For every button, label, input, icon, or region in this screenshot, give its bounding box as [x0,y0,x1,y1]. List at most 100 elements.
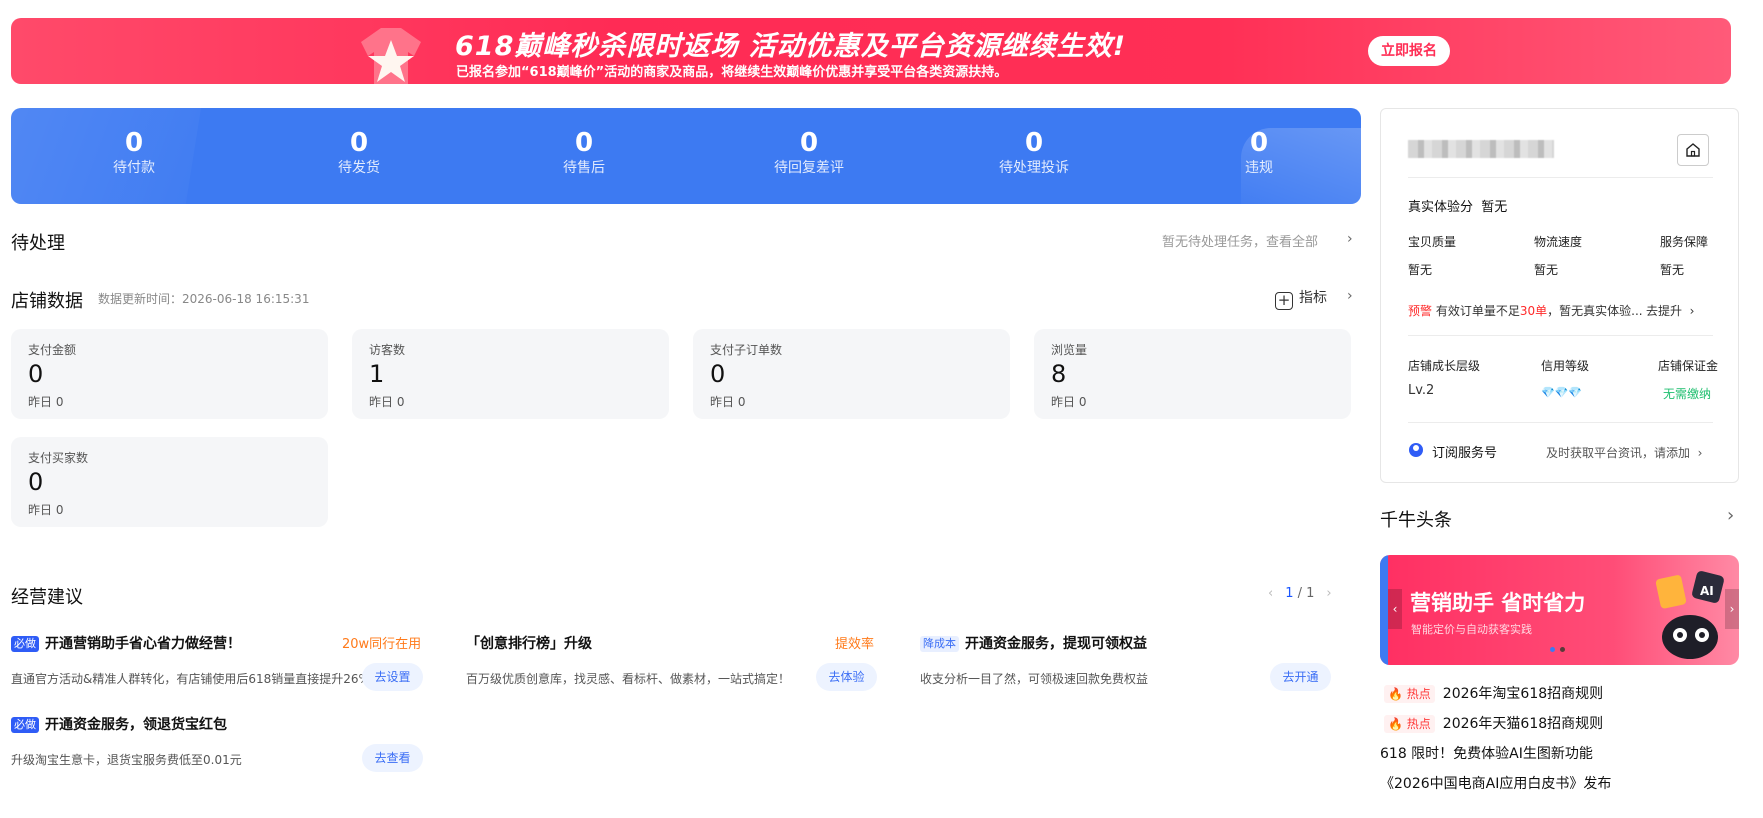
banner-subtitle: 已报名参加“618巅峰价”活动的商家及商品，将继续生效巅峰价优惠并享受平台各类资… [456,65,1008,80]
card-yesterday: 昨日 0 [369,395,405,409]
stat-pending-aftersale[interactable]: 0 待售后 [504,128,664,178]
reduce-cost-tag: 降成本 [920,636,959,652]
suggestions-title: 经营建议 [11,587,83,608]
metric-card-paid-buyers[interactable]: 支付买家数 0 昨日 0 [11,437,328,527]
carousel-title: 营销助手 省时省力 [1410,591,1586,615]
suggestions-pager: ‹ 1 / 1 › [1268,586,1332,601]
update-time: 数据更新时间：2026-06-18 16:15:31 [98,292,310,306]
pager-current: 1 [1285,586,1294,601]
card-value: 8 [1051,360,1067,388]
metrics-label: 指标 [1299,290,1327,306]
warning-text: 有效订单量不足 [1432,304,1520,318]
news-item[interactable]: 《2026中国电商AI应用白皮书》发布 [1380,773,1611,793]
chevron-right-icon[interactable]: › [1326,586,1331,601]
card-yesterday: 昨日 0 [28,395,64,409]
improve-link[interactable]: 去提升 › [1646,302,1694,319]
suggestion-title[interactable]: 必做 开通资金服务，领退货宝红包 [11,714,227,734]
experience-label: 真实体验分 [1408,200,1474,215]
credit-label: 信用等级 [1541,359,1590,373]
stat-violations[interactable]: 0 违规 [1179,128,1339,178]
divider [1408,422,1713,423]
promo-banner[interactable]: 618巅峰秒杀限时返场 活动优惠及平台资源继续生效! 已报名参加“618巅峰价”… [11,18,1731,84]
order-stats-bar: 0 待付款 0 待发货 0 待售后 0 待回复差评 0 待处理投诉 0 违规 [11,108,1361,204]
stat-value: 0 [124,128,144,158]
suggestion-title[interactable]: 必做 开通营销助手省心省力做经营！ [11,633,241,653]
stat-label: 待回复差评 [774,160,844,176]
subscribe-label[interactable]: 订阅服务号 [1432,442,1497,461]
carousel-next-icon[interactable]: › [1725,589,1739,629]
card-label: 浏览量 [1051,343,1088,357]
warning-tag: 预警 [1408,304,1433,318]
suggestion-badge: 提效率 [835,637,875,652]
tshirt-star-icon [361,28,421,84]
carousel-dot-active[interactable] [1550,647,1555,652]
chevron-right-icon[interactable]: › [1727,505,1734,526]
card-label: 支付买家数 [28,451,89,465]
stat-label: 待发货 [338,160,380,176]
go-setup-button[interactable]: 去设置 [362,663,423,691]
carousel-prev-icon[interactable]: ‹ [1388,589,1402,629]
warning-text: ，暂无真实体验... [1547,304,1643,318]
chevron-left-icon[interactable]: ‹ [1268,586,1273,601]
banner-title: 618巅峰秒杀限时返场 活动优惠及平台资源继续生效! [455,31,1127,62]
metric-card-payment-amount[interactable]: 支付金额 0 昨日 0 [11,329,328,419]
experience-warning: 预警 有效订单量不足30单，暂无真实体验... [1408,302,1643,319]
hot-label: 热点 [1406,717,1431,731]
go-view-button[interactable]: 去查看 [362,744,423,772]
user-icon [1409,443,1423,457]
card-label: 访客数 [369,343,406,357]
metric-card-paid-suborders[interactable]: 支付子订单数 0 昨日 0 [693,329,1010,419]
suggestion-desc: 升级淘宝生意卡，退货宝服务费低至0.01元 [11,753,242,767]
news-item[interactable]: 🔥 热点 2026年天猫618招商规则 [1384,713,1603,733]
stat-value: 0 [574,128,594,158]
chevron-right-icon[interactable]: › [1347,231,1353,247]
score-label: 宝贝质量 [1408,235,1457,249]
must-do-tag: 必做 [11,636,39,652]
metric-card-pageviews[interactable]: 浏览量 8 昨日 0 [1034,329,1351,419]
carousel-dot[interactable] [1560,647,1565,652]
stat-pending-complaint[interactable]: 0 待处理投诉 [954,128,1114,178]
news-item[interactable]: 🔥 热点 2026年淘宝618招商规则 [1384,683,1603,703]
headlines-title: 千牛头条 [1380,510,1452,531]
stat-label: 待付款 [113,160,155,176]
card-value: 0 [28,468,44,496]
go-try-button[interactable]: 去体验 [816,663,877,691]
suggestion-desc: 收支分析一目了然，可领极速回款免费权益 [920,672,1149,686]
register-now-button[interactable]: 立即报名 [1368,36,1450,66]
chevron-right-icon[interactable]: › [1347,288,1353,304]
metrics-button[interactable]: + 指标 [1275,287,1327,310]
improve-link-label: 去提升 [1646,304,1683,318]
news-item[interactable]: 618 限时！免费体验AI生图新功能 [1380,743,1593,763]
deposit-value[interactable]: 无需缴纳 [1663,385,1711,402]
suggestion-title[interactable]: 「创意排行榜」升级 [466,633,592,653]
go-activate-button[interactable]: 去开通 [1270,663,1331,691]
suggestion-title-text: 开通营销助手省心省力做经营！ [45,636,241,652]
divider [1408,335,1713,336]
card-label: 支付子订单数 [710,343,783,357]
stat-value: 0 [349,128,369,158]
score-label: 物流速度 [1534,235,1583,249]
subscribe-link[interactable]: 及时获取平台资讯，请添加 › [1546,444,1702,461]
shop-name-redacted [1408,140,1554,158]
stat-pending-bad-review[interactable]: 0 待回复差评 [729,128,889,178]
stat-pending-payment[interactable]: 0 待付款 [54,128,214,178]
carousel-edge [1380,555,1388,665]
card-value: 1 [369,360,385,388]
pager-total: / 1 [1297,586,1315,601]
suggestion-title[interactable]: 降成本 开通资金服务，提现可领权益 [920,633,1147,653]
news-text: 2026年天猫618招商规则 [1442,716,1604,732]
card-yesterday: 昨日 0 [1051,395,1087,409]
divider [1408,177,1713,178]
headline-carousel[interactable]: ‹ 营销助手 省时省力 智能定价与自动获客实践 AI › [1380,555,1739,665]
experience-value: 暂无 [1481,200,1508,215]
score-value: 暂无 [1660,263,1685,277]
level-value: Lv.2 [1408,383,1435,398]
metric-card-visitors[interactable]: 访客数 1 昨日 0 [352,329,669,419]
home-icon[interactable] [1677,134,1709,166]
shop-data-title: 店铺数据 [11,291,83,312]
view-all-pending-link[interactable]: 暂无待处理任务，查看全部 [1162,231,1318,250]
diamond-icon: 💎💎💎 [1541,386,1583,399]
warning-highlight: 30单 [1519,304,1548,318]
stat-pending-shipment[interactable]: 0 待发货 [279,128,439,178]
shop-info-panel: 真实体验分 暂无 宝贝质量 暂无 物流速度 暂无 服务保障 暂无 预警 有效订单… [1380,108,1739,483]
